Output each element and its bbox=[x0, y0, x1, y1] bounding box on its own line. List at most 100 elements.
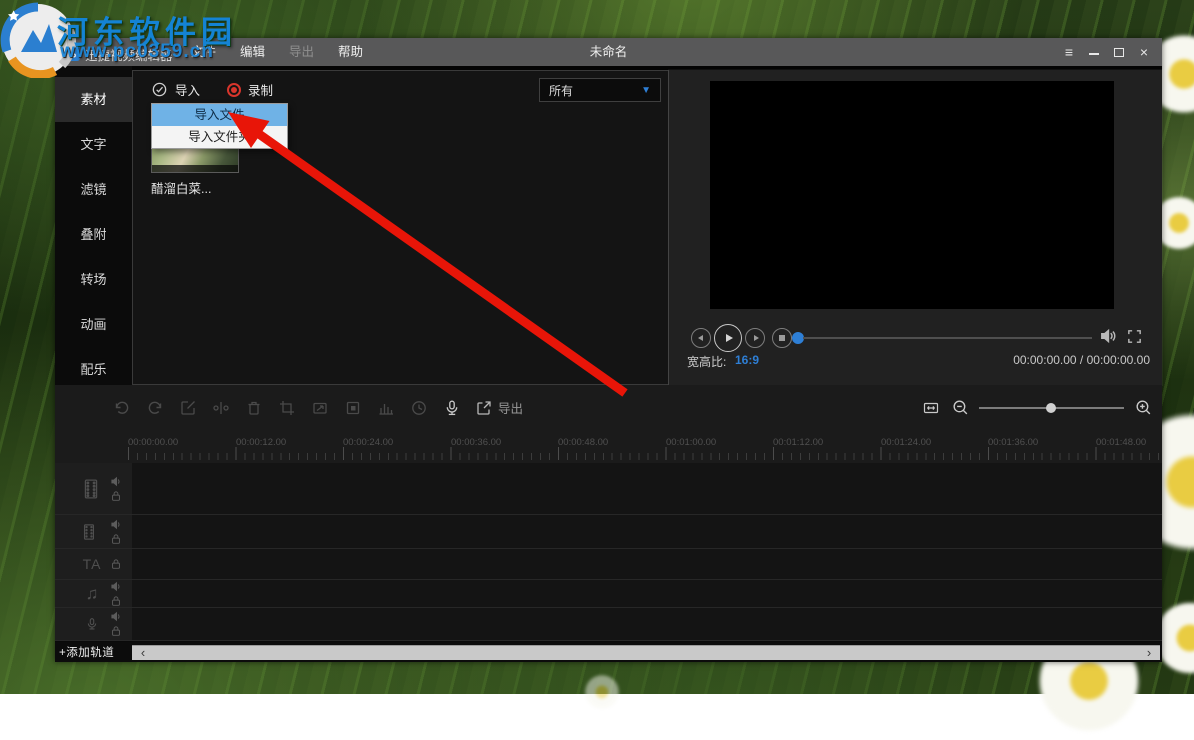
voiceover-mic-icon[interactable] bbox=[442, 398, 462, 418]
sidebar-item-animation[interactable]: 动画 bbox=[55, 302, 132, 347]
export-label: 导出 bbox=[498, 398, 523, 417]
edit-icon[interactable] bbox=[178, 398, 198, 418]
voice-track-lane[interactable] bbox=[132, 608, 1162, 640]
text-track-header: TA bbox=[55, 549, 132, 579]
horizontal-scrollbar[interactable]: ‹ › bbox=[132, 645, 1160, 660]
menu-item-import-folder[interactable]: 导入文件夹 bbox=[152, 126, 287, 148]
aspect-ratio-label: 宽高比: bbox=[687, 353, 726, 370]
voice-track-header bbox=[55, 608, 132, 640]
preview-info: 宽高比: 16:9 00:00:00.00 / 00:00:00.00 bbox=[669, 353, 1162, 373]
scroll-left-button[interactable]: ‹ bbox=[132, 646, 154, 660]
preview-panel: 宽高比: 16:9 00:00:00.00 / 00:00:00.00 bbox=[669, 70, 1162, 385]
next-frame-button[interactable] bbox=[745, 328, 765, 348]
track-lock-icon[interactable] bbox=[110, 558, 122, 570]
upper-section: 素材 文字 滤镜 叠附 转场 动画 配乐 导入 录制 所有 ▼ bbox=[55, 66, 1162, 385]
zoom-slider-handle[interactable] bbox=[1046, 403, 1056, 413]
play-button[interactable] bbox=[714, 324, 742, 352]
music-track-lane[interactable] bbox=[132, 580, 1162, 607]
redo-icon[interactable] bbox=[145, 398, 165, 418]
import-check-icon bbox=[151, 81, 168, 98]
track-area: TA ♫ bbox=[55, 463, 1162, 642]
video-track-icon bbox=[81, 477, 103, 501]
track-mute-icon[interactable] bbox=[110, 611, 123, 622]
sidebar-item-text[interactable]: 文字 bbox=[55, 122, 132, 167]
menu-export[interactable]: 导出 bbox=[277, 38, 326, 66]
timeline-ruler[interactable]: 00:00:00.00 00:00:12.00 00:00:24.00 00:0… bbox=[55, 430, 1162, 463]
timeline-zoom-slider[interactable] bbox=[979, 402, 1124, 414]
record-icon bbox=[227, 83, 241, 97]
chevron-down-icon: ▼ bbox=[641, 85, 651, 96]
previous-frame-button[interactable] bbox=[691, 328, 711, 348]
menu-item-import-file[interactable]: 导入文件 bbox=[152, 104, 287, 126]
daisy-flower bbox=[582, 672, 622, 712]
media-library-panel: 导入 录制 所有 ▼ 醋溜白菜... 导入文件 导入文件夹 bbox=[132, 70, 669, 385]
text-track-lane[interactable] bbox=[132, 549, 1162, 579]
video-track-icon bbox=[81, 522, 103, 541]
window-controls: ≡ × bbox=[1061, 38, 1152, 66]
track-mute-icon[interactable] bbox=[110, 519, 123, 530]
track-lock-icon[interactable] bbox=[110, 595, 122, 607]
menu-help[interactable]: 帮助 bbox=[326, 38, 375, 66]
timeline-footer: +添加轨道 ‹ › bbox=[55, 642, 1162, 662]
record-button[interactable]: 录制 bbox=[227, 80, 273, 99]
track-mute-icon[interactable] bbox=[110, 476, 123, 487]
export-button[interactable]: 导出 bbox=[475, 398, 523, 417]
import-label: 导入 bbox=[175, 80, 200, 99]
video-track-lane[interactable] bbox=[132, 463, 1162, 514]
music-track-row: ♫ bbox=[55, 580, 1162, 608]
fullscreen-icon[interactable] bbox=[1126, 328, 1143, 345]
track-lock-icon[interactable] bbox=[110, 625, 122, 637]
text-track-icon: TA bbox=[81, 556, 103, 572]
window-menu-icon[interactable]: ≡ bbox=[1061, 44, 1077, 60]
levels-icon[interactable] bbox=[376, 398, 396, 418]
seek-bar[interactable] bbox=[803, 337, 1092, 339]
app-window: 迅捷视频编辑器 文件 编辑 导出 帮助 未命名 ≡ × 素材 文字 滤镜 叠附 … bbox=[55, 38, 1162, 662]
delete-icon[interactable] bbox=[244, 398, 264, 418]
volume-icon[interactable] bbox=[1099, 327, 1119, 345]
aspect-ratio-value[interactable]: 16:9 bbox=[735, 353, 759, 367]
media-filter-dropdown[interactable]: 所有 ▼ bbox=[539, 78, 661, 102]
video-track-lane[interactable] bbox=[132, 515, 1162, 548]
fit-timeline-icon[interactable] bbox=[921, 398, 941, 418]
scroll-right-button[interactable]: › bbox=[1138, 646, 1160, 660]
sidebar-item-overlay[interactable]: 叠附 bbox=[55, 212, 132, 257]
track-mute-icon[interactable] bbox=[110, 581, 123, 592]
import-dropdown-menu: 导入文件 导入文件夹 bbox=[151, 103, 288, 149]
video-track-header bbox=[55, 515, 132, 548]
mosaic-icon[interactable] bbox=[343, 398, 363, 418]
voice-track-row bbox=[55, 608, 1162, 641]
clip-name: 醋溜白菜... bbox=[151, 178, 211, 197]
minimize-button[interactable] bbox=[1086, 44, 1102, 60]
timeline-section: 导出 00:00:00.00 00:00:12.00 bbox=[55, 385, 1162, 662]
split-icon[interactable] bbox=[211, 398, 231, 418]
watermark-url: www.pc0359.cn bbox=[60, 41, 214, 63]
video-track-header bbox=[55, 463, 132, 514]
ruler-major-ticks bbox=[128, 447, 1162, 460]
track-lock-icon[interactable] bbox=[110, 490, 122, 502]
sidebar: 素材 文字 滤镜 叠附 转场 动画 配乐 bbox=[55, 66, 132, 385]
stop-button[interactable] bbox=[772, 328, 792, 348]
music-note-icon: ♫ bbox=[81, 584, 103, 604]
zoom-out-icon[interactable] bbox=[950, 398, 970, 418]
timecode: 00:00:00.00 / 00:00:00.00 bbox=[1013, 353, 1150, 367]
video-track-row bbox=[55, 515, 1162, 549]
timeline-zoom-controls bbox=[921, 385, 1153, 430]
add-track-button[interactable]: +添加轨道 bbox=[59, 644, 114, 660]
music-track-header: ♫ bbox=[55, 580, 132, 607]
duration-icon[interactable] bbox=[409, 398, 429, 418]
undo-icon[interactable] bbox=[112, 398, 132, 418]
maximize-button[interactable] bbox=[1111, 44, 1127, 60]
sidebar-item-transition[interactable]: 转场 bbox=[55, 257, 132, 302]
close-button[interactable]: × bbox=[1136, 44, 1152, 60]
sidebar-item-material[interactable]: 素材 bbox=[55, 77, 132, 122]
video-preview bbox=[710, 81, 1114, 309]
video-track-row bbox=[55, 463, 1162, 515]
export-icon bbox=[475, 399, 493, 417]
crop-icon[interactable] bbox=[277, 398, 297, 418]
import-button[interactable]: 导入 bbox=[151, 80, 200, 99]
resize-icon[interactable] bbox=[310, 398, 330, 418]
zoom-in-icon[interactable] bbox=[1133, 398, 1153, 418]
timeline-toolbar: 导出 bbox=[55, 385, 1162, 430]
track-lock-icon[interactable] bbox=[110, 533, 122, 545]
sidebar-item-filter[interactable]: 滤镜 bbox=[55, 167, 132, 212]
